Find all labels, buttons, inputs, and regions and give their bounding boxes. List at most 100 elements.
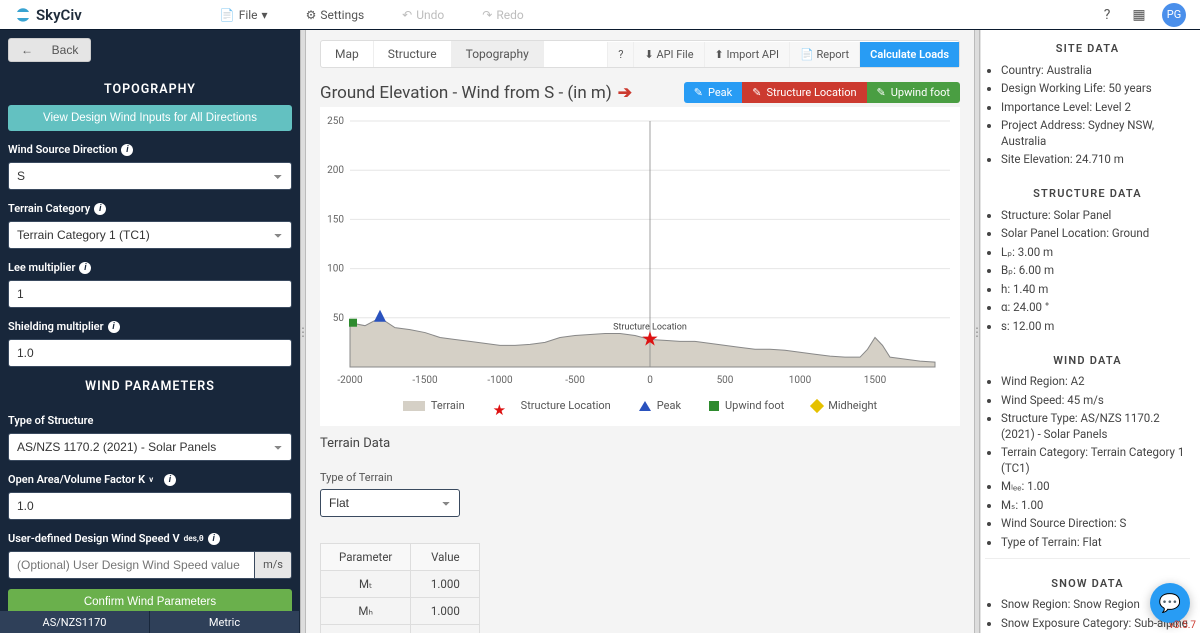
svg-text:500: 500 — [717, 375, 734, 386]
structure-data-heading: STRUCTURE DATA — [985, 175, 1190, 206]
info-icon[interactable]: i — [208, 533, 220, 545]
sidebar: ← Back TOPOGRAPHY View Design Wind Input… — [0, 30, 300, 633]
list-item: Wind Source Direction: S — [1001, 515, 1190, 534]
user-wind-speed-input[interactable] — [8, 551, 255, 579]
square-icon — [709, 401, 719, 411]
list-item: α: 24.00 ° — [1001, 299, 1190, 318]
edit-peak-button[interactable]: ✎ Peak — [684, 82, 742, 103]
info-icon[interactable]: i — [79, 262, 91, 274]
brand-icon — [14, 6, 32, 24]
center-panel: Map Structure Topography ? ⬇ API File ⬆ … — [306, 30, 974, 633]
list-item: Structure Type: AS/NZS 1170.2 (2021) - S… — [1001, 410, 1190, 444]
redo-button: ↷ Redo — [474, 5, 531, 25]
star-icon: ★ — [493, 401, 515, 411]
brand-logo[interactable]: SkyCiv — [14, 6, 82, 24]
info-icon[interactable]: i — [164, 474, 176, 486]
shielding-multiplier-input[interactable] — [8, 339, 292, 367]
arrow-right-icon: ➔ — [618, 83, 632, 103]
tab-map[interactable]: Map — [321, 41, 374, 67]
list-item: Structure: Solar Panel — [1001, 206, 1190, 225]
topbar: SkyCiv 📄 File ▾ ⚙ Settings ↶ Undo ↷ Redo… — [0, 0, 1200, 30]
svg-text:200: 200 — [327, 165, 344, 176]
table-row: Mₜ1.000 — [321, 571, 480, 598]
kv-input[interactable] — [8, 492, 292, 520]
list-item: Mₛ: 1.00 — [1001, 496, 1190, 515]
lee-multiplier-input[interactable] — [8, 280, 292, 308]
svg-text:-500: -500 — [565, 375, 585, 386]
svg-text:50: 50 — [333, 313, 345, 324]
list-item: Solar Panel Location: Ground — [1001, 225, 1190, 244]
table-row: Mₗₑₑ1.000 — [321, 625, 480, 633]
view-inputs-button[interactable]: View Design Wind Inputs for All Directio… — [8, 105, 292, 131]
footer-tab-code[interactable]: AS/NZS1170 — [0, 611, 150, 633]
edit-upwind-foot-button[interactable]: ✎ Upwind foot — [867, 82, 960, 103]
terrain-data-section: Terrain Data Type of Terrain Flat Parame… — [320, 436, 960, 633]
diamond-icon — [810, 398, 824, 412]
svg-text:250: 250 — [327, 116, 344, 127]
list-item: Wind Region: A2 — [1001, 373, 1190, 392]
list-item: h: 1.40 m — [1001, 280, 1190, 299]
wind-data-heading: WIND DATA — [985, 342, 1190, 373]
avatar[interactable]: PG — [1162, 3, 1186, 27]
tab-structure[interactable]: Structure — [374, 41, 452, 67]
help-button[interactable]: ? — [607, 42, 633, 67]
tab-topography[interactable]: Topography — [452, 41, 544, 67]
calculate-loads-button[interactable]: Calculate Loads — [859, 42, 959, 67]
table-row: Mₕ1.000 — [321, 598, 480, 625]
list-item: Design Working Life: 50 years — [1001, 80, 1190, 99]
site-data-heading: SITE DATA — [985, 30, 1190, 61]
wind-source-direction-label: Wind Source Directioni — [8, 143, 292, 156]
svg-text:-2000: -2000 — [337, 375, 363, 386]
type-of-terrain-label: Type of Terrain — [320, 471, 960, 484]
list-item: Mₗₑₑ: 1.00 — [1001, 478, 1190, 497]
footer-tab-units[interactable]: Metric — [150, 611, 300, 633]
edit-structure-location-button[interactable]: ✎ Structure Location — [742, 82, 866, 103]
type-of-terrain-select[interactable]: Flat — [320, 489, 460, 517]
list-item: Lₚ: 3.00 m — [1001, 243, 1190, 262]
undo-button: ↶ Undo — [394, 5, 452, 25]
info-icon[interactable]: i — [94, 203, 106, 215]
settings-menu[interactable]: ⚙ Settings — [298, 5, 373, 25]
version-label: v3.5.7 — [1169, 620, 1196, 631]
brand-text: SkyCiv — [36, 6, 82, 24]
wind-source-direction-select[interactable]: S — [8, 162, 292, 190]
type-of-structure-label: Type of Structure — [8, 414, 292, 427]
user-wind-speed-label: User-defined Design Wind Speed Vdes,θi — [8, 532, 292, 545]
apps-icon[interactable]: ▦ — [1130, 6, 1148, 24]
svg-text:1000: 1000 — [789, 375, 812, 386]
sidebar-header-topography: TOPOGRAPHY — [8, 70, 292, 105]
footer-tabs: AS/NZS1170 Metric — [0, 611, 300, 633]
svg-text:-1000: -1000 — [487, 375, 513, 386]
user-wind-speed-unit: m/s — [255, 551, 292, 579]
svg-text:0: 0 — [647, 375, 653, 386]
list-item: Type of Terrain: Flat — [1001, 533, 1190, 552]
list-item: Wind Speed: 45 m/s — [1001, 391, 1190, 410]
back-button[interactable]: ← Back — [8, 38, 91, 62]
info-icon[interactable]: i — [108, 321, 120, 333]
type-of-structure-select[interactable]: AS/NZS 1170.2 (2021) - Solar Panels — [8, 433, 292, 461]
help-icon[interactable]: ? — [1098, 6, 1116, 24]
elevation-chart[interactable]: 50100150200250-2000-1500-1000-5000500100… — [320, 113, 960, 393]
api-file-button[interactable]: ⬇ API File — [633, 42, 703, 67]
list-item: Bₚ: 6.00 m — [1001, 262, 1190, 281]
right-panel: SITE DATA Country: AustraliaDesign Worki… — [980, 30, 1200, 633]
svg-text:1500: 1500 — [864, 375, 887, 386]
svg-text:100: 100 — [327, 264, 344, 275]
triangle-icon — [639, 401, 651, 411]
list-item: Country: Australia — [1001, 61, 1190, 80]
chat-bubble[interactable]: 💬 — [1150, 583, 1190, 623]
svg-text:Structure Location: Structure Location — [613, 322, 687, 332]
svg-text:150: 150 — [327, 214, 344, 225]
sidebar-header-windparams: WIND PARAMETERS — [8, 367, 292, 402]
chart-container: 50100150200250-2000-1500-1000-5000500100… — [320, 107, 960, 426]
report-button[interactable]: 📄 Report — [789, 42, 859, 67]
info-icon[interactable]: i — [121, 144, 133, 156]
list-item: Site Elevation: 24.710 m — [1001, 151, 1190, 170]
import-api-button[interactable]: ⬆ Import API — [704, 42, 789, 67]
chart-title: Ground Elevation - Wind from S - (in m) … — [320, 83, 684, 103]
legend-buttons: ✎ Peak ✎ Structure Location ✎ Upwind foo… — [684, 82, 960, 103]
file-menu[interactable]: 📄 File ▾ — [212, 5, 276, 25]
tabbar: Map Structure Topography ? ⬇ API File ⬆ … — [320, 40, 960, 68]
terrain-category-select[interactable]: Terrain Category 1 (TC1) — [8, 221, 292, 249]
list-item: Importance Level: Level 2 — [1001, 98, 1190, 117]
